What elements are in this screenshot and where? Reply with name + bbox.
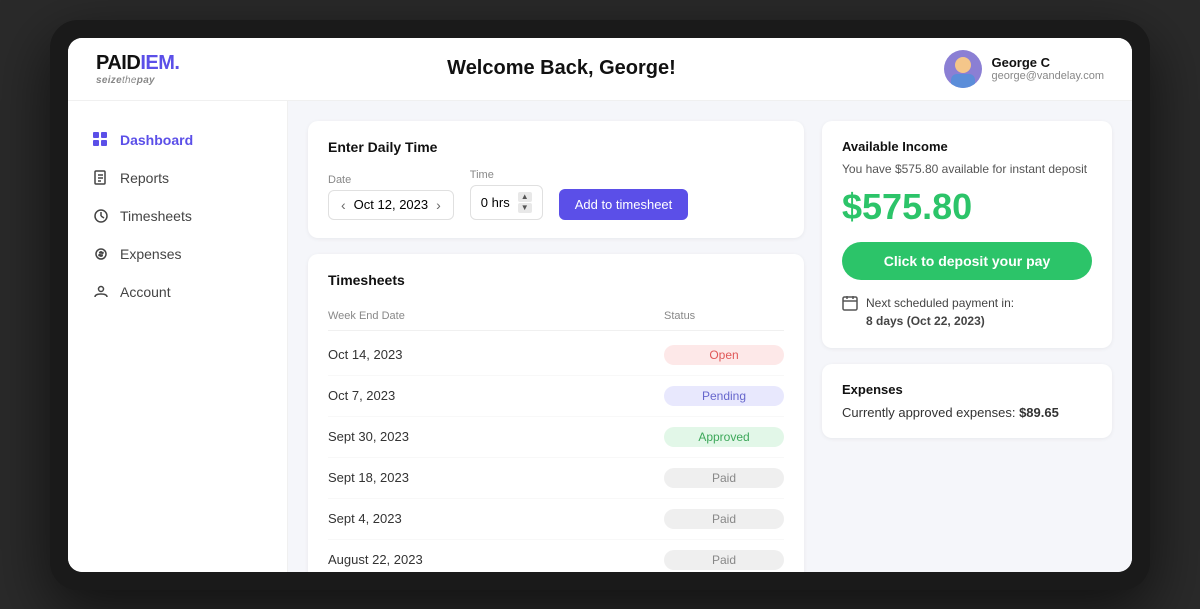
col-status: Status — [664, 310, 784, 322]
left-column: Enter Daily Time Date ‹ Oct 12, 2023 › — [308, 121, 804, 552]
sidebar-item-reports[interactable]: Reports — [68, 159, 287, 197]
user-name: George C — [992, 55, 1104, 70]
status-badge: Paid — [664, 509, 784, 529]
user-area: George C george@vandelay.com — [944, 50, 1104, 88]
account-icon — [92, 283, 110, 301]
daily-time-title: Enter Daily Time — [328, 139, 784, 155]
content-area: Enter Daily Time Date ‹ Oct 12, 2023 › — [288, 101, 1132, 572]
status-badge: Pending — [664, 386, 784, 406]
date-value: Oct 12, 2023 — [354, 197, 428, 212]
available-income-desc: You have $575.80 available for instant d… — [842, 162, 1092, 176]
logo-paid: PAID — [96, 52, 140, 74]
scheduled-label: Next scheduled payment in: — [866, 296, 1014, 310]
time-input[interactable]: 0 hrs ▲ ▼ — [470, 185, 543, 220]
scheduled-value: 8 days (Oct 22, 2023) — [866, 314, 985, 328]
logo-tagline: seizethepay — [96, 75, 179, 86]
logo: PAIDIEM. seizethepay — [96, 52, 179, 86]
row-date: Sept 4, 2023 — [328, 511, 664, 526]
table-row[interactable]: Sept 30, 2023 Approved — [328, 417, 784, 458]
scheduled-payment-row: Next scheduled payment in: 8 days (Oct 2… — [842, 294, 1092, 330]
row-date: Oct 7, 2023 — [328, 388, 664, 403]
calendar-icon — [842, 295, 858, 316]
timesheets-card: Timesheets Week End Date Status Oct 14, … — [308, 254, 804, 572]
deposit-button[interactable]: Click to deposit your pay — [842, 242, 1092, 280]
device-frame: PAIDIEM. seizethepay Welcome Back, Georg… — [50, 20, 1150, 590]
date-nav[interactable]: ‹ Oct 12, 2023 › — [328, 190, 454, 220]
account-label: Account — [120, 284, 171, 300]
expenses-amount: $89.65 — [1019, 405, 1059, 420]
available-income-card: Available Income You have $575.80 availa… — [822, 121, 1112, 348]
right-column: Available Income You have $575.80 availa… — [822, 121, 1112, 552]
sidebar-item-account[interactable]: Account — [68, 273, 287, 311]
sidebar-item-dashboard[interactable]: Dashboard — [68, 121, 287, 159]
table-header: Week End Date Status — [328, 302, 784, 331]
page-title: Welcome Back, George! — [179, 57, 943, 80]
timesheet-table-body: Oct 14, 2023 Open Oct 7, 2023 Pending Se… — [328, 335, 784, 572]
row-date: Sept 18, 2023 — [328, 470, 664, 485]
date-field-group: Date ‹ Oct 12, 2023 › — [328, 174, 454, 220]
timesheets-title: Timesheets — [328, 272, 784, 288]
top-bar: PAIDIEM. seizethepay Welcome Back, Georg… — [68, 38, 1132, 101]
status-badge: Paid — [664, 550, 784, 570]
row-date: Sept 30, 2023 — [328, 429, 664, 444]
row-date: Oct 14, 2023 — [328, 347, 664, 362]
avatar-body — [951, 74, 975, 88]
scheduled-text: Next scheduled payment in: 8 days (Oct 2… — [866, 294, 1014, 330]
prev-date-arrow[interactable]: ‹ — [339, 197, 348, 213]
main-content: Dashboard Reports Timesheets — [68, 101, 1132, 572]
next-date-arrow[interactable]: › — [434, 197, 443, 213]
time-field-group: Time 0 hrs ▲ ▼ — [470, 169, 543, 220]
status-badge: Paid — [664, 468, 784, 488]
add-to-timesheet-button[interactable]: Add to timesheet — [559, 189, 689, 220]
expenses-card: Expenses Currently approved expenses: $8… — [822, 364, 1112, 438]
expenses-description: Currently approved expenses: $89.65 — [842, 405, 1092, 420]
row-date: August 22, 2023 — [328, 552, 664, 567]
logo-iem: IEM. — [140, 52, 179, 74]
table-row[interactable]: Sept 4, 2023 Paid — [328, 499, 784, 540]
avatar-figure — [944, 50, 982, 88]
logo-text: PAIDIEM. — [96, 52, 179, 75]
user-info: George C george@vandelay.com — [992, 55, 1104, 82]
expenses-label: Expenses — [120, 246, 181, 262]
expenses-title: Expenses — [842, 382, 1092, 397]
avatar — [944, 50, 982, 88]
dashboard-label: Dashboard — [120, 132, 193, 148]
time-increment[interactable]: ▲ — [518, 192, 532, 202]
available-income-title: Available Income — [842, 139, 1092, 154]
reports-icon — [92, 169, 110, 187]
table-row[interactable]: Oct 14, 2023 Open — [328, 335, 784, 376]
user-email: george@vandelay.com — [992, 70, 1104, 82]
sidebar: Dashboard Reports Timesheets — [68, 101, 288, 572]
daily-time-card: Enter Daily Time Date ‹ Oct 12, 2023 › — [308, 121, 804, 238]
sidebar-item-timesheets[interactable]: Timesheets — [68, 197, 287, 235]
time-entry-row: Date ‹ Oct 12, 2023 › Time 0 hr — [328, 169, 784, 220]
reports-label: Reports — [120, 170, 169, 186]
time-value: 0 hrs — [481, 195, 510, 210]
status-badge: Approved — [664, 427, 784, 447]
available-amount: $575.80 — [842, 186, 1092, 228]
timesheets-label: Timesheets — [120, 208, 192, 224]
sidebar-item-expenses[interactable]: Expenses — [68, 235, 287, 273]
date-label: Date — [328, 174, 454, 186]
table-row[interactable]: August 22, 2023 Paid — [328, 540, 784, 572]
expenses-icon — [92, 245, 110, 263]
time-decrement[interactable]: ▼ — [518, 203, 532, 213]
status-badge: Open — [664, 345, 784, 365]
timesheets-icon — [92, 207, 110, 225]
dashboard-icon — [92, 131, 110, 149]
screen: PAIDIEM. seizethepay Welcome Back, Georg… — [68, 38, 1132, 572]
col-week-end: Week End Date — [328, 310, 664, 322]
table-row[interactable]: Oct 7, 2023 Pending — [328, 376, 784, 417]
time-spinner[interactable]: ▲ ▼ — [518, 192, 532, 213]
avatar-head — [955, 57, 971, 73]
time-label: Time — [470, 169, 543, 181]
table-row[interactable]: Sept 18, 2023 Paid — [328, 458, 784, 499]
